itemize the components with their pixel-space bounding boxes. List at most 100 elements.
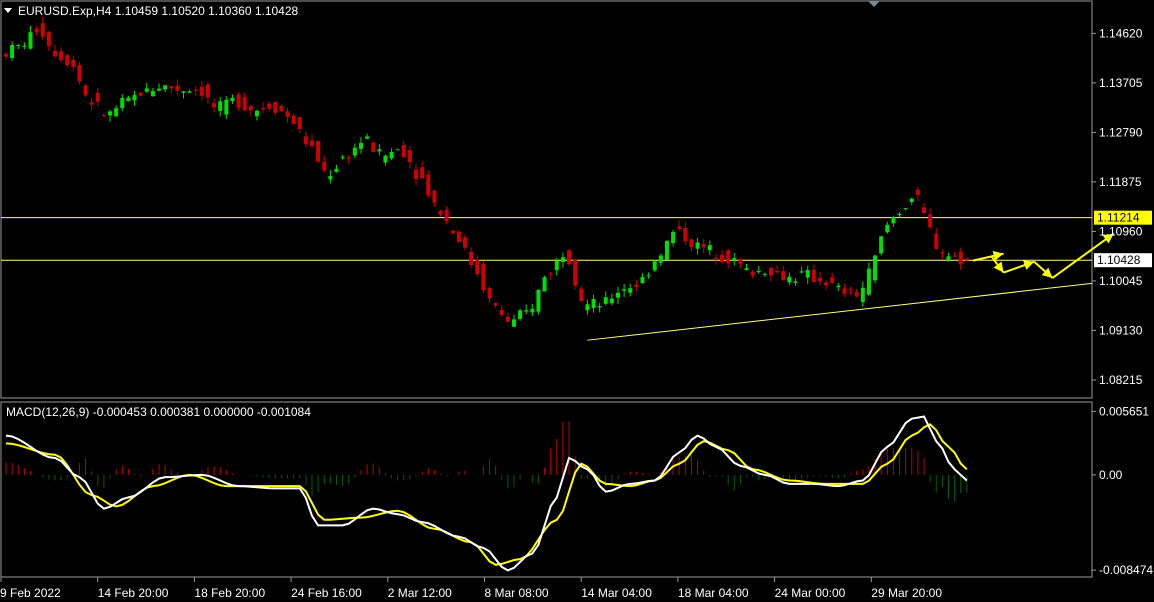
candle-body [432, 190, 437, 203]
candle-body [469, 251, 474, 266]
candle-body [52, 50, 57, 57]
candle-body [701, 244, 706, 248]
candle-body [212, 103, 217, 108]
candle-body [475, 259, 480, 275]
candle-body [848, 289, 853, 291]
scroll-marker-icon[interactable] [868, 1, 880, 7]
candle-body [175, 85, 180, 91]
candle-body [261, 108, 266, 110]
candle-body [738, 258, 743, 264]
candle-body [640, 277, 645, 284]
candle-body [652, 261, 657, 271]
candle-body [28, 32, 33, 49]
macd-signal-line [5, 423, 968, 566]
candle-body [328, 176, 333, 180]
candle-body [108, 111, 113, 116]
candle-body [622, 289, 627, 291]
candle-body [560, 257, 565, 263]
macd-histogram [5, 420, 968, 502]
candle-body [720, 254, 725, 263]
candle-body [799, 271, 804, 273]
candle-body [573, 259, 578, 286]
candle-body [505, 316, 510, 322]
candle-body [10, 45, 15, 59]
candle-body [628, 288, 633, 293]
price-tick-label: 1.13705 [1099, 76, 1143, 90]
candle-body [144, 88, 149, 92]
candle-body [824, 282, 829, 286]
candle-body [946, 256, 951, 261]
candle-body [322, 161, 327, 171]
macd-header: MACD(12,26,9) -0.000453 0.000381 0.00000… [6, 405, 311, 419]
candle-body [775, 270, 780, 273]
candle-body [371, 142, 376, 152]
time-tick-label: 8 Mar 08:00 [485, 586, 549, 600]
time-tick-label: 14 Mar 04:00 [581, 586, 652, 600]
candle-body [414, 169, 419, 180]
candle-body [426, 174, 431, 196]
candle-body [964, 258, 969, 261]
time-tick-label: 18 Feb 20:00 [194, 586, 265, 600]
candle-body [83, 85, 88, 96]
candle-body [358, 142, 363, 149]
candle-body [365, 136, 370, 139]
macd-axis-ticks: 0.005651 0.00 -0.008474 [1092, 404, 1153, 577]
macd-panel-frame [0, 401, 1093, 578]
candle-body [609, 298, 614, 304]
candle-body [273, 102, 278, 113]
candle-body [585, 304, 590, 311]
candle-body [420, 167, 425, 179]
dropdown-triangle-icon[interactable] [4, 8, 12, 13]
candle-body [940, 252, 945, 254]
candle-body [891, 217, 896, 224]
candle-body [885, 224, 890, 233]
candle-body [205, 84, 210, 98]
candle-body [689, 239, 694, 248]
candle-body [199, 86, 204, 96]
candle-body [879, 236, 884, 254]
price-tick-label: 1.14620 [1099, 26, 1143, 40]
candle-body [242, 97, 247, 111]
candle-body [579, 288, 584, 302]
candle-body [811, 269, 816, 283]
candle-body [254, 110, 259, 117]
candle-body [187, 91, 192, 93]
candle-body [395, 149, 400, 151]
candle-body [548, 273, 553, 275]
candle-body [695, 242, 700, 249]
candle-body [438, 210, 443, 215]
candle-body [450, 230, 455, 234]
price-tick-label: 1.10045 [1099, 274, 1143, 288]
macd-tick-label: 0.00 [1099, 468, 1123, 482]
candle-body [310, 140, 314, 146]
candle-body [683, 228, 688, 242]
candle-body [756, 270, 761, 272]
candle-body [22, 45, 27, 47]
candle-body [285, 111, 290, 117]
candle-body [842, 288, 847, 294]
candle-body [169, 86, 174, 89]
trading-chart[interactable]: 1.11214 1.10428 1.14620 1.13705 1.12790 1.11… [0, 0, 1154, 602]
candle-body [707, 245, 712, 251]
candle-body [634, 284, 639, 288]
candle-body [616, 292, 620, 298]
candle-body [230, 97, 235, 102]
candle-body [750, 271, 755, 276]
candle-body [603, 297, 608, 304]
macd-main-line [5, 415, 968, 572]
price-tick-label: 1.12790 [1099, 125, 1143, 139]
candle-body [4, 53, 8, 57]
candle-body [658, 255, 663, 263]
candle-body [597, 306, 602, 308]
level-price-label: 1.10428 [1097, 253, 1141, 267]
symbol-header: EURUSD.Exp,H4 1.10459 1.10520 1.10360 1.… [18, 4, 299, 18]
candle-body [934, 233, 939, 249]
macd-lines [5, 415, 968, 572]
candle-body [352, 147, 357, 156]
candle-body [646, 275, 651, 277]
candle-body [793, 281, 798, 284]
candle-body [518, 310, 523, 319]
candle-body [664, 240, 669, 260]
candle-body [59, 51, 64, 61]
candle-body [377, 149, 382, 152]
